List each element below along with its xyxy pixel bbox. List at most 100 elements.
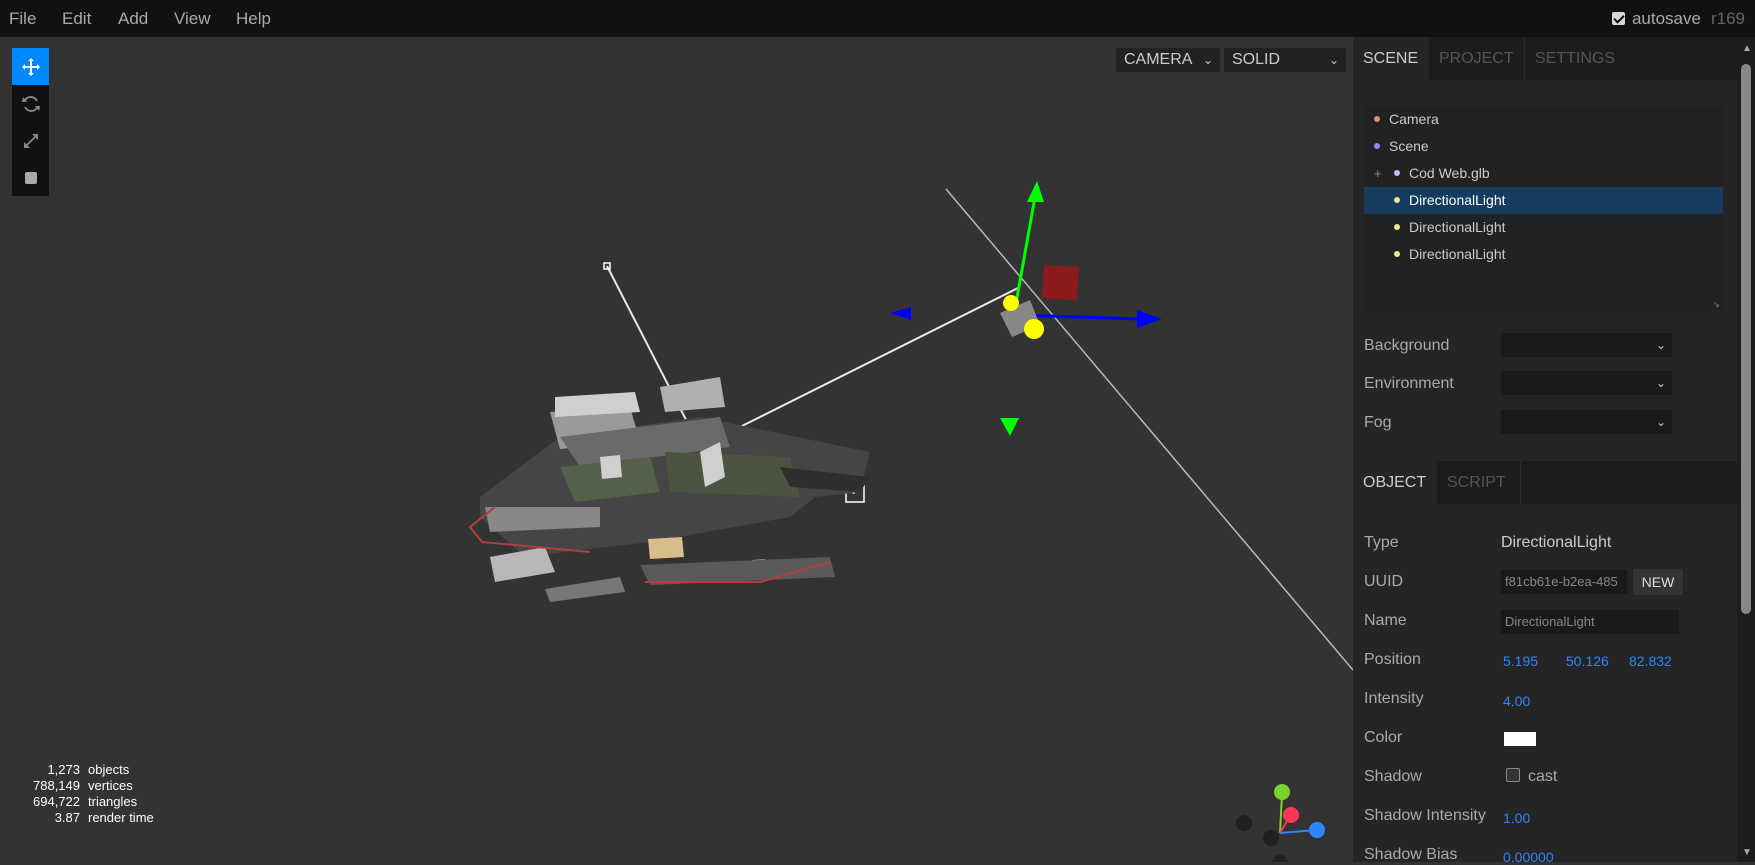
autosave-label: autosave — [1631, 9, 1701, 28]
position-x-field[interactable]: 5.195 — [1503, 653, 1538, 669]
local-toggle-icon[interactable] — [12, 159, 49, 196]
dot-icon — [1374, 116, 1380, 122]
object-tabs: OBJECT SCRIPT — [1353, 461, 1737, 504]
outliner-item-label: Camera — [1389, 111, 1439, 127]
menubar: File Edit Add View Help autosave r169 — [0, 0, 1755, 37]
chevron-down-icon: ⌄ — [1655, 415, 1666, 429]
uuid-field[interactable]: f81cb61e-b2ea-485 — [1501, 570, 1627, 594]
shadow-bias-field[interactable]: 0.00000 — [1503, 849, 1554, 865]
outliner-item-label: DirectionalLight — [1409, 192, 1506, 208]
outliner-item-label: Cod Web.glb — [1409, 165, 1490, 181]
dot-icon — [1374, 143, 1380, 149]
outliner-item-label: Scene — [1389, 138, 1429, 154]
type-label: Type — [1364, 534, 1399, 551]
color-label: Color — [1364, 729, 1403, 746]
menu-add[interactable]: Add — [118, 9, 148, 29]
info-label: vertices — [88, 778, 133, 793]
tab-script[interactable]: SCRIPT — [1437, 461, 1521, 504]
shadow-cast-checkbox[interactable] — [1506, 768, 1520, 782]
tab-object[interactable]: OBJECT — [1353, 461, 1437, 504]
tab-project[interactable]: PROJECT — [1429, 37, 1525, 80]
move-icon[interactable] — [12, 48, 49, 85]
info-label: render time — [88, 810, 154, 825]
new-uuid-button[interactable]: NEW — [1633, 569, 1683, 595]
intensity-field[interactable]: 4.00 — [1503, 693, 1530, 709]
info-value: 788,149 — [33, 778, 80, 793]
sidebar: SCENE PROJECT SETTINGS Camera Scene + Cod… — [1353, 37, 1737, 865]
background-select[interactable]: ⌄ — [1501, 333, 1672, 357]
info-value: 694,722 — [33, 794, 80, 809]
shading-select[interactable]: SOLID ⌄ — [1224, 48, 1346, 72]
dot-icon — [1394, 197, 1400, 203]
tab-settings[interactable]: SETTINGS — [1525, 37, 1629, 80]
view-helper — [1236, 784, 1325, 862]
light-helper-line — [699, 286, 1021, 448]
camera-select-value: CAMERA — [1124, 51, 1193, 68]
environment-select[interactable]: ⌄ — [1501, 371, 1672, 395]
shadow-intensity-field[interactable]: 1.00 — [1503, 810, 1530, 826]
revision-label: r169 — [1710, 9, 1745, 28]
shadow-intensity-label: Shadow Intensity — [1364, 807, 1486, 824]
outliner-item-model[interactable]: + Cod Web.glb — [1364, 160, 1723, 187]
chevron-down-icon: ⌄ — [1655, 338, 1666, 352]
autosave-toggle[interactable]: autosave r169 — [1611, 9, 1755, 29]
resize-handle-icon[interactable]: ↘ — [1712, 299, 1720, 310]
sidebar-scrollbar[interactable]: ▲ ▼ — [1737, 37, 1755, 862]
scene-canvas[interactable] — [0, 37, 1353, 862]
type-value: DirectionalLight — [1501, 534, 1612, 551]
outliner-item-label: DirectionalLight — [1409, 246, 1506, 262]
intensity-label: Intensity — [1364, 690, 1424, 707]
map-model — [468, 377, 870, 602]
shadow-cast-label: cast — [1528, 768, 1558, 785]
color-picker[interactable] — [1504, 732, 1536, 746]
position-label: Position — [1364, 651, 1421, 668]
outliner-item-label: DirectionalLight — [1409, 219, 1506, 235]
environment-label: Environment — [1364, 375, 1454, 392]
dot-icon — [1394, 224, 1400, 230]
sidebar-tabs: SCENE PROJECT SETTINGS — [1353, 37, 1737, 80]
shadow-bias-label: Shadow Bias — [1364, 846, 1458, 863]
scroll-down-icon[interactable]: ▼ — [1742, 847, 1752, 858]
render-info: 1,273 objects 788,149 vertices 694,722 tria… — [20, 762, 154, 826]
info-label: triangles — [88, 794, 138, 809]
outliner-item-light[interactable]: DirectionalLight — [1364, 187, 1723, 214]
position-z-field[interactable]: 82.832 — [1629, 653, 1672, 669]
background-label: Background — [1364, 337, 1450, 354]
dot-icon — [1394, 251, 1400, 257]
transform-toolbar — [12, 48, 49, 196]
outliner-item-light[interactable]: DirectionalLight — [1364, 241, 1723, 268]
shadow-cast-toggle[interactable]: cast — [1506, 768, 1557, 786]
shading-select-value: SOLID — [1232, 51, 1281, 68]
tab-scene[interactable]: SCENE — [1353, 37, 1429, 80]
autosave-checkbox[interactable] — [1611, 12, 1625, 25]
info-value: 1,273 — [47, 762, 80, 777]
menu-view[interactable]: View — [174, 9, 211, 29]
uuid-label: UUID — [1364, 573, 1404, 590]
outliner-item-scene[interactable]: Scene — [1364, 133, 1723, 160]
scrollbar-thumb[interactable] — [1741, 64, 1751, 614]
menu-edit[interactable]: Edit — [62, 9, 91, 29]
position-y-field[interactable]: 50.126 — [1566, 653, 1609, 669]
expand-icon[interactable]: + — [1374, 160, 1382, 187]
info-value: 3.87 — [54, 810, 80, 825]
outliner-item-camera[interactable]: Camera — [1364, 106, 1723, 133]
chevron-down-icon: ⌄ — [1202, 53, 1213, 67]
info-label: objects — [88, 762, 130, 777]
scroll-up-icon[interactable]: ▲ — [1742, 43, 1752, 54]
menu-help[interactable]: Help — [236, 9, 271, 29]
scale-icon[interactable] — [12, 122, 49, 159]
dot-icon — [1394, 170, 1400, 176]
chevron-down-icon: ⌄ — [1655, 376, 1666, 390]
viewport[interactable]: CAMERA ⌄ SOLID ⌄ 1,273 objects 788,149 verti… — [0, 37, 1353, 862]
fog-label: Fog — [1364, 414, 1392, 431]
chevron-down-icon: ⌄ — [1328, 53, 1339, 67]
camera-select[interactable]: CAMERA ⌄ — [1116, 48, 1220, 72]
outliner[interactable]: Camera Scene + Cod Web.glb DirectionalLig… — [1364, 106, 1723, 311]
rotate-icon[interactable] — [12, 85, 49, 122]
outliner-item-light[interactable]: DirectionalLight — [1364, 214, 1723, 241]
shadow-label: Shadow — [1364, 768, 1422, 785]
name-field[interactable]: DirectionalLight — [1501, 610, 1679, 634]
fog-select[interactable]: ⌄ — [1501, 410, 1672, 434]
name-label: Name — [1364, 612, 1407, 629]
menu-file[interactable]: File — [9, 9, 36, 29]
